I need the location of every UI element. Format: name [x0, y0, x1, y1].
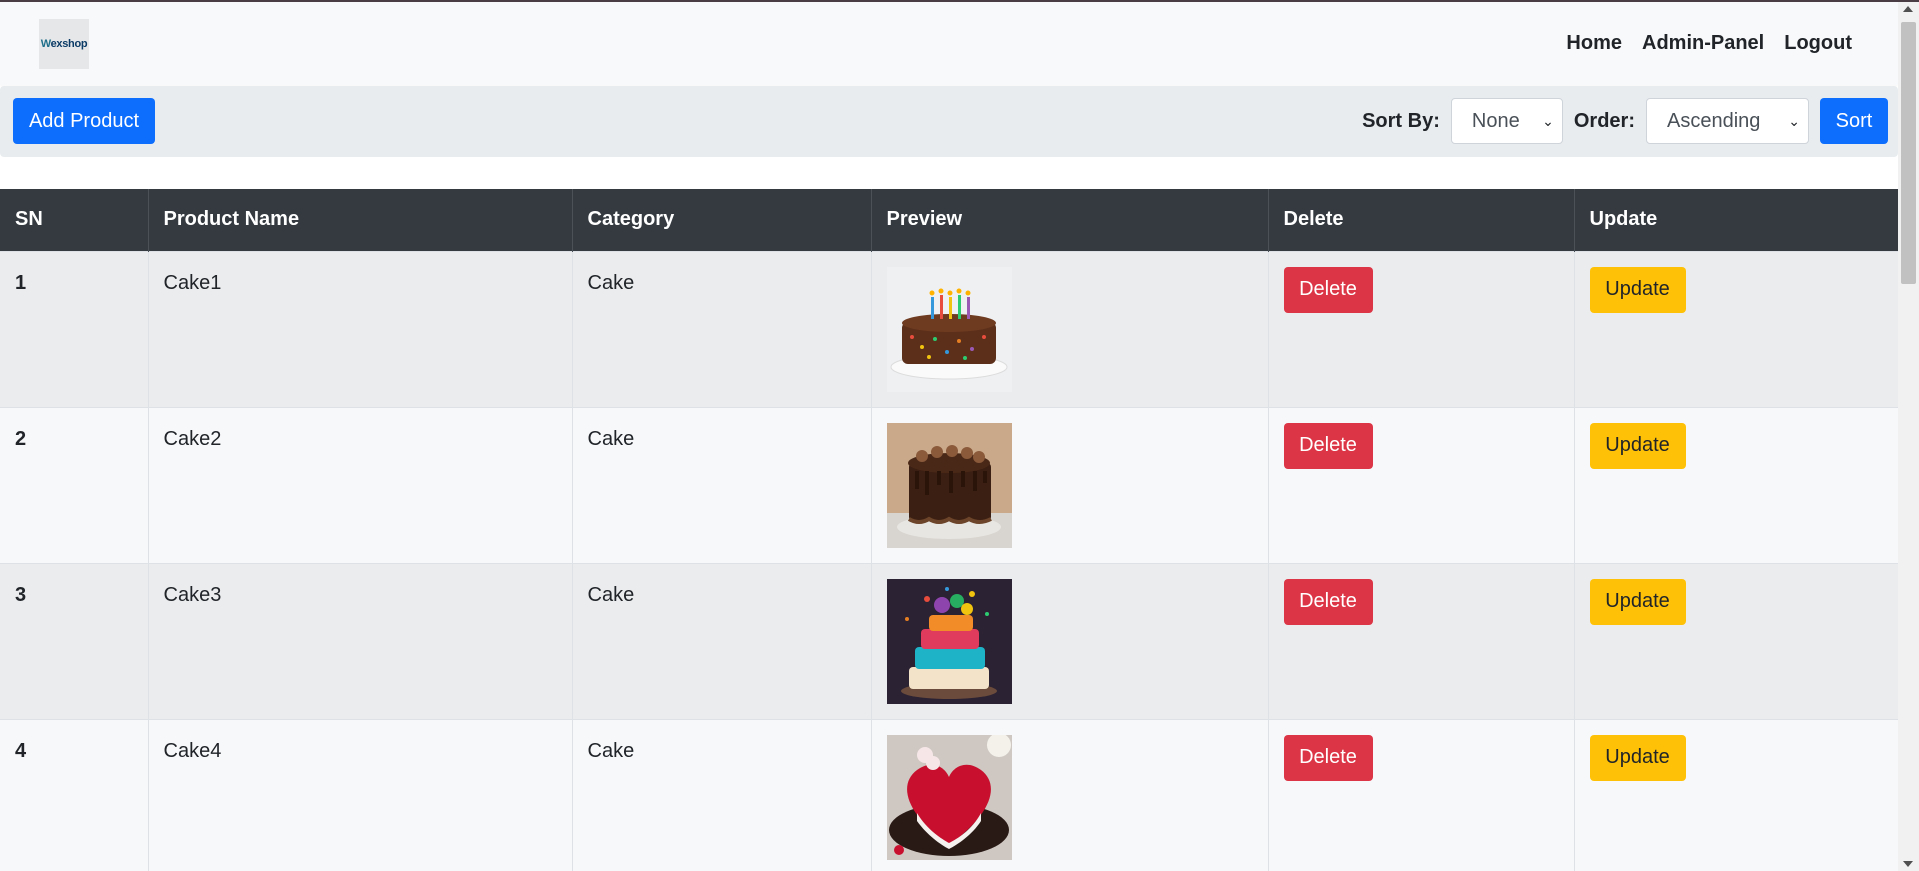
update-button[interactable]: Update: [1589, 734, 1686, 781]
cake-preview-image: [886, 578, 1012, 704]
update-button[interactable]: Update: [1589, 266, 1686, 313]
order-label: Order:: [1573, 109, 1635, 132]
cell-sn: 4: [0, 718, 149, 871]
cell-category: Cake: [572, 718, 872, 871]
cell-product-name: Cake2: [148, 406, 573, 563]
cell-update: Update: [1574, 562, 1898, 719]
sort-by-label: Sort By:: [1362, 109, 1440, 132]
order-select[interactable]: Ascending ⌄: [1646, 98, 1809, 144]
column-header-delete: Delete: [1268, 189, 1575, 251]
column-header-update: Update: [1574, 189, 1898, 251]
sort-by-value: None: [1471, 109, 1520, 132]
cell-preview: [871, 406, 1269, 563]
chevron-down-icon: ⌄: [1542, 112, 1554, 129]
vertical-scrollbar[interactable]: [1898, 2, 1919, 871]
nav-home-link[interactable]: Home: [1566, 32, 1622, 55]
cell-product-name: Cake1: [148, 250, 573, 407]
toolbar: Add Product Sort By: None ⌄ Order: Ascen…: [0, 86, 1898, 157]
table-row: 2 Cake2 Cake Delete Update: [0, 406, 1898, 563]
delete-button[interactable]: Delete: [1283, 734, 1373, 781]
cake-preview-image: [886, 734, 1012, 860]
cell-category: Cake: [572, 406, 872, 563]
page: Wexshop Home Admin-Panel Logout Add Prod…: [0, 2, 1898, 871]
nav-links: Home Admin-Panel Logout: [1566, 32, 1852, 55]
nav-admin-panel-link[interactable]: Admin-Panel: [1642, 32, 1764, 55]
cell-category: Cake: [572, 562, 872, 719]
order-value: Ascending: [1667, 109, 1761, 132]
add-product-button[interactable]: Add Product: [13, 98, 155, 144]
cell-sn: 1: [0, 250, 149, 407]
delete-button[interactable]: Delete: [1283, 578, 1373, 625]
column-header-preview: Preview: [871, 189, 1269, 251]
cell-delete: Delete: [1268, 406, 1575, 563]
scroll-up-arrow-icon[interactable]: [1903, 6, 1913, 12]
logo[interactable]: Wexshop: [39, 18, 89, 69]
sort-controls: Sort By: None ⌄ Order: Ascending ⌄ Sort: [1362, 98, 1888, 144]
table-row: 3 Cake3 Cake Delete Update: [0, 562, 1898, 719]
navbar: Wexshop Home Admin-Panel Logout: [0, 2, 1898, 85]
logo-text: Wexshop: [40, 37, 88, 50]
column-header-category: Category: [572, 189, 872, 251]
cake-preview-image: [886, 266, 1012, 392]
cell-category: Cake: [572, 250, 872, 407]
cake-preview-image: [886, 422, 1012, 548]
cell-product-name: Cake3: [148, 562, 573, 719]
cell-update: Update: [1574, 718, 1898, 871]
table-row: 1 Cake1 Cake Delete Update: [0, 250, 1898, 407]
scrollbar-thumb[interactable]: [1901, 22, 1916, 284]
cell-delete: Delete: [1268, 562, 1575, 719]
cell-sn: 3: [0, 562, 149, 719]
cell-preview: [871, 250, 1269, 407]
update-button[interactable]: Update: [1589, 578, 1686, 625]
column-header-sn: SN: [0, 189, 149, 251]
cell-update: Update: [1574, 406, 1898, 563]
scroll-down-arrow-icon[interactable]: [1903, 861, 1913, 867]
table-row: 4 Cake4 Cake Delete Update: [0, 718, 1898, 871]
delete-button[interactable]: Delete: [1283, 266, 1373, 313]
cell-product-name: Cake4: [148, 718, 573, 871]
sort-by-select[interactable]: None ⌄: [1450, 98, 1563, 144]
cell-delete: Delete: [1268, 718, 1575, 871]
chevron-down-icon: ⌄: [1788, 112, 1800, 129]
table-header-row: SN Product Name Category Preview Delete …: [0, 189, 1898, 251]
update-button[interactable]: Update: [1589, 422, 1686, 469]
nav-logout-link[interactable]: Logout: [1784, 32, 1852, 55]
cell-preview: [871, 562, 1269, 719]
cell-update: Update: [1574, 250, 1898, 407]
cell-preview: [871, 718, 1269, 871]
products-table: SN Product Name Category Preview Delete …: [0, 189, 1898, 871]
cell-sn: 2: [0, 406, 149, 563]
column-header-product-name: Product Name: [148, 189, 573, 251]
sort-button[interactable]: Sort: [1820, 98, 1888, 144]
delete-button[interactable]: Delete: [1283, 422, 1373, 469]
cell-delete: Delete: [1268, 250, 1575, 407]
